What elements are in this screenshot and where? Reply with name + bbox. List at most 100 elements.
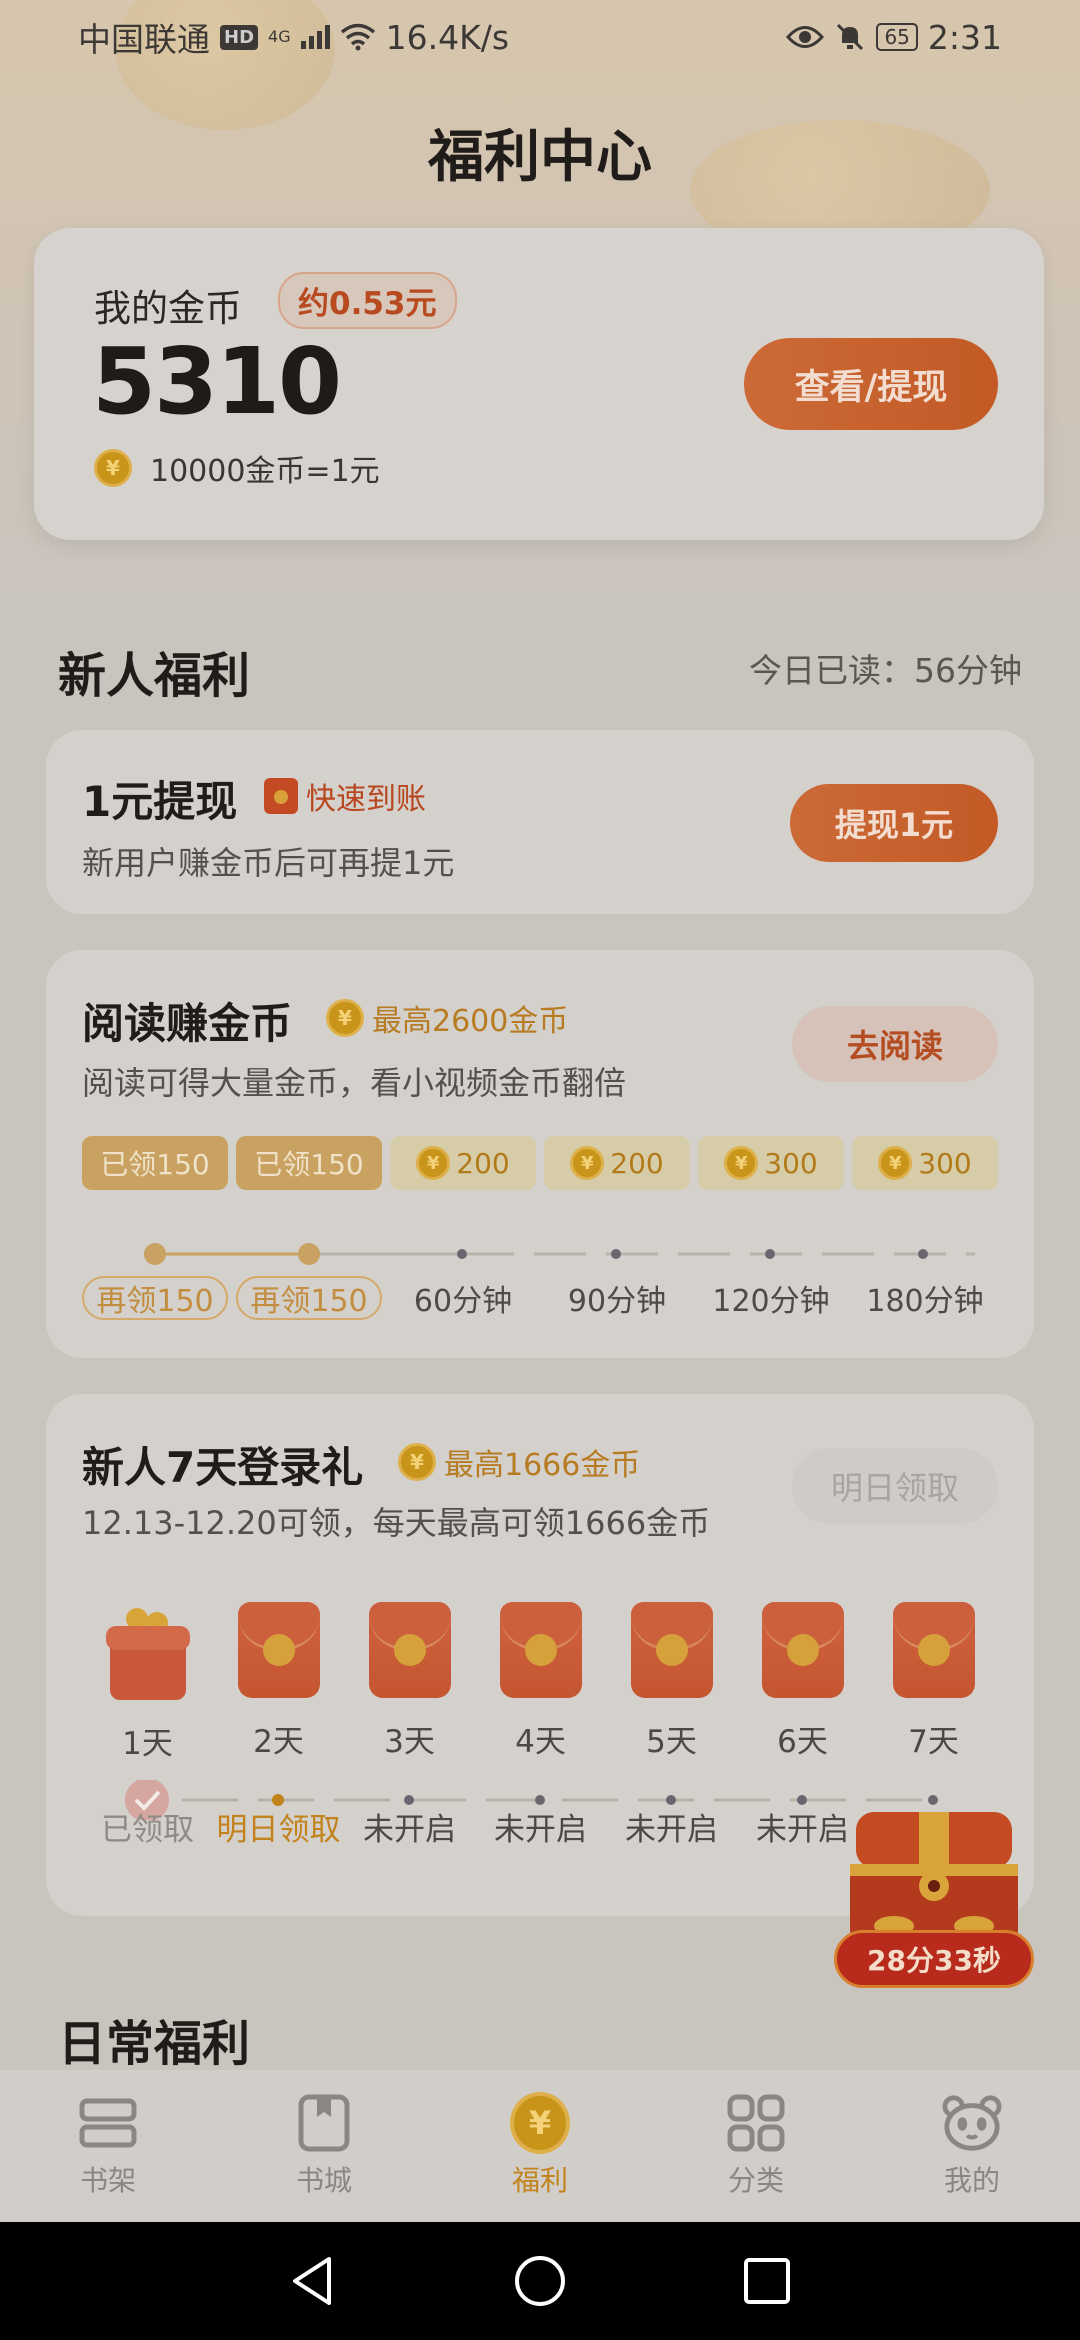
day-status: 未开启 — [494, 1812, 587, 1848]
day-label: 2天 — [253, 1724, 304, 1760]
bottom-tab-bar: 书架 书城 ¥ 福利 分类 我的 — [0, 2070, 1080, 2222]
login-max-tag: ¥ 最高1666金币 — [398, 1440, 640, 1484]
coin-icon: ¥ — [398, 1443, 436, 1481]
gift-day-2: 2天 — [213, 1602, 344, 1763]
gift-day-4: 4天 — [475, 1602, 606, 1763]
login-task-desc: 12.13-12.20可领，每天最高可领1666金币 — [82, 1504, 711, 1542]
read-max-tag: ¥ 最高2600金币 — [326, 996, 568, 1040]
milestone-label: 再领150 — [82, 1276, 228, 1320]
tab-profile[interactable]: 我的 — [864, 2070, 1080, 2222]
day-status: 未开启 — [363, 1812, 456, 1848]
grid-icon — [726, 2093, 786, 2153]
day-label: 7天 — [908, 1724, 959, 1760]
coin-icon: ¥ — [570, 1146, 605, 1180]
day-status: 明日领取 — [216, 1812, 341, 1848]
signal-icon — [300, 25, 330, 49]
exchange-rate-text: 10000金币=1元 — [150, 454, 380, 489]
login-gift-row: 1天 2天 3天 4天 5天 6天 7天 — [82, 1602, 999, 1763]
milestone-label: 再领150 — [236, 1276, 382, 1320]
day-label: 3天 — [384, 1724, 435, 1760]
read-today-text: 今日已读：56分钟 — [749, 651, 1022, 690]
tab-label: 书架 — [79, 2164, 136, 2197]
gift-day-6: 6天 — [737, 1602, 868, 1763]
reward-chip-claimed: 已领150 — [236, 1136, 382, 1190]
reward-chip: ¥300 — [698, 1136, 844, 1190]
day-status: 未开启 — [625, 1812, 718, 1848]
read-task-card: 阅读赚金币 ¥ 最高2600金币 阅读可得大量金币，看小视频金币翻倍 去阅读 已… — [46, 950, 1034, 1358]
back-icon[interactable] — [285, 2253, 341, 2309]
tab-categories[interactable]: 分类 — [648, 2070, 864, 2222]
yuan-coin-icon: ¥ — [510, 2092, 570, 2154]
system-navigation-bar — [0, 2222, 1080, 2340]
tab-bookshelf[interactable]: 书架 — [0, 2070, 216, 2222]
red-envelope-icon — [264, 778, 298, 814]
fast-arrival-tag: 快速到账 — [264, 774, 426, 818]
approx-value-badge: 约0.53元 — [278, 272, 457, 329]
milestone-label: 90分钟 — [567, 1284, 667, 1319]
chest-countdown[interactable]: 28分33秒 — [834, 1930, 1034, 1988]
red-envelope-icon — [237, 1602, 320, 1698]
wallet-label: 我的金币 — [94, 287, 242, 330]
coin-balance: 5310 — [92, 328, 342, 435]
red-envelope-icon — [761, 1602, 844, 1698]
reward-chip: ¥200 — [544, 1136, 690, 1190]
day-label: 6天 — [777, 1724, 828, 1760]
milestone-label: 60分钟 — [413, 1284, 513, 1319]
coin-icon: ¥ — [326, 999, 364, 1037]
coin-icon: ¥ — [878, 1146, 913, 1180]
reward-chip: ¥300 — [852, 1136, 998, 1190]
read-task-desc: 阅读可得大量金币，看小视频金币翻倍 — [82, 1064, 627, 1102]
withdraw-task-card: 1元提现 快速到账 新用户赚金币后可再提1元 提现1元 — [46, 730, 1034, 914]
opened-envelope-icon — [105, 1602, 190, 1700]
view-withdraw-button[interactable]: 查看/提现 — [744, 338, 998, 430]
wifi-icon — [340, 23, 375, 51]
reward-chip-claimed: 已领150 — [82, 1136, 228, 1190]
read-max-label: 最高2600金币 — [372, 1004, 569, 1039]
home-icon[interactable] — [512, 2253, 568, 2309]
milestone-label: 120分钟 — [712, 1284, 830, 1319]
claim-tomorrow-button[interactable]: 明日领取 — [792, 1448, 998, 1524]
bookshelf-icon — [78, 2093, 138, 2153]
tab-label: 我的 — [943, 2164, 1000, 2197]
withdraw-task-desc: 新用户赚金币后可再提1元 — [82, 844, 455, 882]
tab-label: 书城 — [295, 2164, 352, 2197]
login-max-label: 最高1666金币 — [444, 1448, 641, 1483]
withdraw-1-yuan-button[interactable]: 提现1元 — [790, 784, 998, 862]
book-icon — [294, 2093, 354, 2153]
reading-progress-track — [144, 1243, 975, 1265]
eye-icon — [786, 26, 825, 48]
carrier-name: 中国联通 — [78, 20, 210, 59]
network-speed: 16.4K/s — [385, 17, 510, 57]
recents-icon[interactable] — [739, 2253, 795, 2309]
mute-bell-icon — [837, 23, 864, 51]
gift-day-1: 1天 — [82, 1602, 213, 1763]
day-status: 已领取 — [101, 1812, 194, 1848]
page-title: 福利中心 — [428, 125, 652, 190]
day-label: 1天 — [122, 1726, 173, 1762]
panda-icon — [942, 2093, 1002, 2153]
tab-bookstore[interactable]: 书城 — [216, 2070, 432, 2222]
clock-time: 2:31 — [927, 17, 1002, 57]
coin-icon: ¥ — [416, 1146, 451, 1180]
red-envelope-icon — [630, 1602, 713, 1698]
red-envelope-icon — [368, 1602, 451, 1698]
withdraw-task-title: 1元提现 — [82, 777, 238, 826]
reward-chip: ¥200 — [390, 1136, 536, 1190]
tab-label: 福利 — [511, 2164, 568, 2197]
new-user-section-title: 新人福利 — [58, 648, 251, 704]
fast-arrival-label: 快速到账 — [306, 782, 426, 817]
tab-welfare[interactable]: ¥ 福利 — [432, 2070, 648, 2222]
hd-badge: HD — [220, 24, 259, 50]
day-label: 5天 — [646, 1724, 697, 1760]
go-read-button[interactable]: 去阅读 — [792, 1006, 998, 1082]
read-task-title: 阅读赚金币 — [82, 999, 293, 1048]
tab-label: 分类 — [727, 2164, 784, 2197]
coin-icon: ¥ — [724, 1146, 759, 1180]
gift-day-5: 5天 — [606, 1602, 737, 1763]
reading-rewards: 已领150 已领150 ¥200 ¥200 ¥300 ¥300 — [82, 1136, 998, 1190]
battery-icon: 65 — [876, 23, 918, 51]
milestone-label: 180分钟 — [866, 1284, 984, 1319]
coin-icon: ¥ — [94, 449, 132, 487]
red-envelope-icon — [892, 1602, 975, 1698]
wallet-card: 我的金币 约0.53元 5310 ¥ 10000金币=1元 查看/提现 — [34, 228, 1044, 540]
